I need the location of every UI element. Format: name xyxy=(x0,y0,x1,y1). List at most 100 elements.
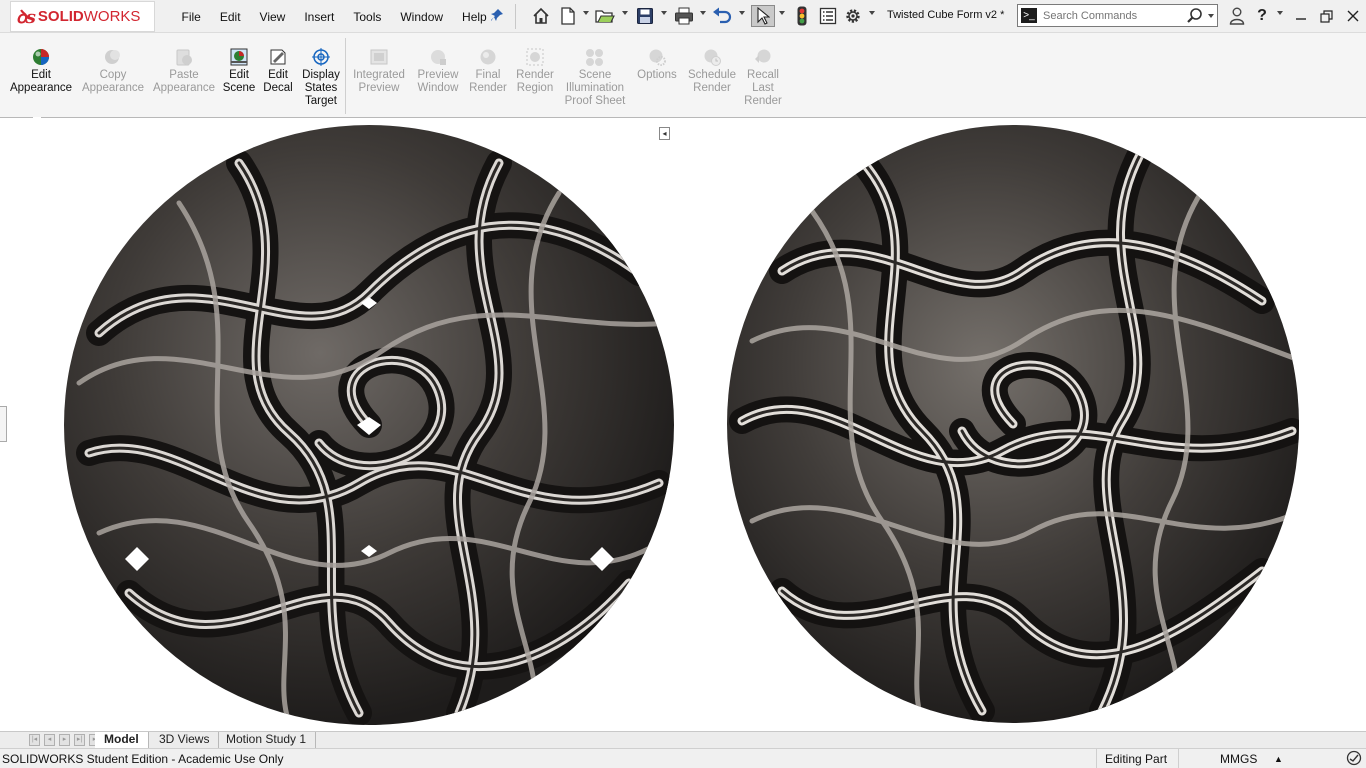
search-input[interactable] xyxy=(1043,8,1183,24)
command-prompt-icon[interactable]: >_ xyxy=(1021,8,1037,23)
render-options-icon xyxy=(646,47,668,67)
title-bar: ꝺs SOLIDWORKS File Edit View Insert Tool… xyxy=(0,0,1366,33)
tab-model[interactable]: Model xyxy=(95,732,149,748)
close-window-icon[interactable] xyxy=(1342,6,1364,26)
home-icon[interactable] xyxy=(531,6,551,26)
edit-appearance-button[interactable]: Edit Appearance xyxy=(6,47,76,95)
menu-insert[interactable]: Insert xyxy=(295,10,344,24)
copy-appearance-label: Copy Appearance xyxy=(81,69,145,94)
model-tabs-bar: |◂ ◂ ▸ ▸| ▸ Model 3D Views Motion Study … xyxy=(0,731,1366,748)
integrated-preview-button[interactable]: Integrated Preview xyxy=(348,47,410,95)
edit-appearance-icon xyxy=(30,47,52,67)
next-tab-icon[interactable]: ▸ xyxy=(59,734,70,746)
open-dropdown-icon[interactable] xyxy=(622,11,628,15)
units-dropdown-icon[interactable]: ▲ xyxy=(1274,754,1283,764)
display-states-target-icon xyxy=(310,47,332,67)
preview-window-label: Preview Window xyxy=(417,69,459,94)
solidworks-logo[interactable]: ꝺs SOLIDWORKS xyxy=(10,1,155,32)
display-states-target-label: Display States Target xyxy=(302,69,340,107)
graphics-area[interactable]: ◂ xyxy=(0,119,1366,731)
ds-logo-icon: ꝺs xyxy=(16,6,36,28)
options-dropdown-icon[interactable] xyxy=(869,11,875,15)
menu-tools[interactable]: Tools xyxy=(344,10,391,24)
edit-scene-button[interactable]: Edit Scene xyxy=(220,47,258,95)
units-selector[interactable]: MMGS xyxy=(1220,752,1257,766)
render-region-button[interactable]: Render Region xyxy=(512,47,558,95)
render-options-button[interactable]: Options xyxy=(632,47,682,82)
toolbar-separator xyxy=(515,4,516,29)
status-separator xyxy=(1178,749,1179,768)
new-document-icon[interactable] xyxy=(558,6,578,26)
final-render-icon xyxy=(477,47,499,67)
search-icon[interactable] xyxy=(1186,7,1204,28)
preview-window-button[interactable]: Preview Window xyxy=(412,47,464,95)
proof-sheet-label: Scene Illumination Proof Sheet xyxy=(564,69,626,107)
recall-last-render-icon xyxy=(752,47,774,67)
final-render-button[interactable]: Final Render xyxy=(466,47,510,95)
print-dropdown-icon[interactable] xyxy=(700,11,706,15)
restore-window-icon[interactable] xyxy=(1315,6,1337,26)
undo-icon[interactable] xyxy=(712,6,732,26)
copy-appearance-icon xyxy=(102,47,124,67)
paste-appearance-icon xyxy=(173,47,195,67)
edition-text: SOLIDWORKS Student Edition - Academic Us… xyxy=(2,752,284,766)
menu-bar: File Edit View Insert Tools Window Help xyxy=(172,0,496,33)
select-pointer-icon[interactable] xyxy=(751,5,775,27)
menu-file[interactable]: File xyxy=(172,10,210,24)
save-dropdown-icon[interactable] xyxy=(661,11,667,15)
new-dropdown-icon[interactable] xyxy=(583,11,589,15)
render-region-label: Render Region xyxy=(516,69,554,94)
brand-name: SOLIDWORKS xyxy=(38,8,141,25)
save-icon[interactable] xyxy=(635,6,655,26)
edit-scene-icon xyxy=(228,47,250,67)
previous-tab-icon[interactable]: ◂ xyxy=(44,734,55,746)
help-icon[interactable]: ? xyxy=(1251,6,1273,26)
edit-decal-icon xyxy=(267,47,289,67)
editing-mode-text: Editing Part xyxy=(1105,752,1168,766)
command-manager-ribbon: Edit Appearance Copy Appearance Paste Ap… xyxy=(0,33,1366,119)
schedule-render-button[interactable]: Schedule Render xyxy=(684,47,740,95)
display-states-target-button[interactable]: Display States Target xyxy=(298,47,344,108)
document-title: Twisted Cube Form v2 * xyxy=(887,9,1005,21)
menu-window[interactable]: Window xyxy=(391,10,453,24)
search-commands-box[interactable]: >_ xyxy=(1017,4,1218,27)
file-properties-icon[interactable] xyxy=(818,6,838,26)
schedule-render-icon xyxy=(701,47,723,67)
edit-appearance-label: Edit Appearance xyxy=(9,69,73,94)
first-tab-icon[interactable]: |◂ xyxy=(29,734,40,746)
render-options-label: Options xyxy=(637,69,677,81)
search-dropdown-icon[interactable] xyxy=(1208,14,1214,18)
rebuild-traffic-light-icon[interactable] xyxy=(792,6,812,26)
schedule-render-label: Schedule Render xyxy=(688,69,736,94)
user-account-icon[interactable] xyxy=(1226,6,1248,26)
proof-sheet-icon xyxy=(584,47,606,67)
tab-3d-views[interactable]: 3D Views xyxy=(150,732,220,748)
print-icon[interactable] xyxy=(674,6,694,26)
tab-motion-study-1[interactable]: Motion Study 1 xyxy=(217,732,317,748)
render-left-twisted-cube xyxy=(64,125,674,725)
menu-view[interactable]: View xyxy=(250,10,295,24)
recall-last-render-button[interactable]: Recall Last Render xyxy=(742,47,784,108)
preview-window-icon xyxy=(427,47,449,67)
select-dropdown-icon[interactable] xyxy=(779,11,785,15)
copy-appearance-button[interactable]: Copy Appearance xyxy=(78,47,148,95)
pin-menu-icon[interactable] xyxy=(490,8,504,25)
feature-tree-handle[interactable] xyxy=(0,406,7,442)
customize-status-icon[interactable] xyxy=(1346,750,1362,768)
recall-last-render-label: Recall Last Render xyxy=(744,69,782,107)
edit-decal-button[interactable]: Edit Decal xyxy=(260,47,296,95)
status-bar: SOLIDWORKS Student Edition - Academic Us… xyxy=(0,748,1366,768)
paste-appearance-button[interactable]: Paste Appearance xyxy=(149,47,219,95)
help-dropdown-icon[interactable] xyxy=(1277,11,1283,15)
final-render-label: Final Render xyxy=(469,69,507,94)
brand-part-2: WORKS xyxy=(83,8,141,25)
minimize-window-icon[interactable] xyxy=(1290,6,1312,26)
paste-appearance-label: Paste Appearance xyxy=(152,69,216,94)
integrated-preview-icon xyxy=(368,47,390,67)
menu-edit[interactable]: Edit xyxy=(210,10,250,24)
options-gear-icon[interactable] xyxy=(843,6,863,26)
open-folder-icon[interactable] xyxy=(595,6,615,26)
undo-dropdown-icon[interactable] xyxy=(739,11,745,15)
scene-illumination-proof-sheet-button[interactable]: Scene Illumination Proof Sheet xyxy=(560,47,630,108)
last-tab-icon[interactable]: ▸| xyxy=(74,734,85,746)
